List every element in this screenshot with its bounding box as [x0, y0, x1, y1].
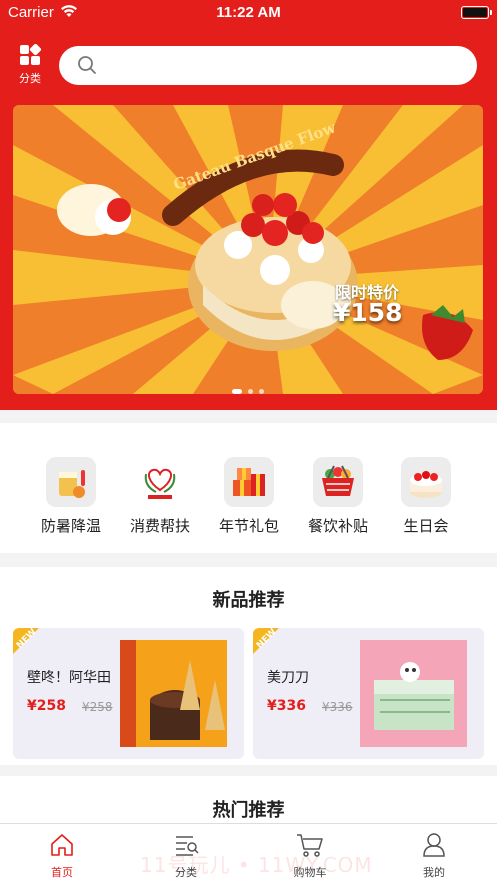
- cart-icon: [296, 834, 324, 862]
- product-price: ¥336: [267, 698, 306, 714]
- tab-label: 我的: [423, 866, 445, 879]
- carousel-indicator[interactable]: [13, 379, 483, 394]
- product-name: 美刀刀: [267, 670, 309, 686]
- gift-box-icon: [224, 457, 274, 507]
- consumption-aid-icon: [135, 457, 185, 507]
- iced-drink-icon: [46, 457, 96, 507]
- category-label: 餐饮补贴: [307, 517, 368, 535]
- clock: 11:22 AM: [216, 4, 281, 21]
- category-item-dining[interactable]: 餐饮补贴: [293, 457, 383, 536]
- product-name: 壁咚！阿华田: [27, 670, 111, 686]
- section-title: 热门推荐: [212, 800, 285, 821]
- status-bar: Carrier 11:22 AM: [0, 0, 497, 26]
- product-price: ¥258: [27, 698, 66, 714]
- category-list-icon: [173, 836, 199, 862]
- category-button-label: 分类: [19, 72, 41, 85]
- tab-label: 购物车: [293, 866, 327, 879]
- tab-category[interactable]: 分类: [146, 832, 226, 880]
- birthday-cake-icon: [401, 457, 451, 507]
- user-icon: [421, 833, 447, 862]
- category-label: 消费帮扶: [129, 517, 190, 535]
- category-label: 防暑降温: [40, 517, 101, 535]
- category-item-birthday[interactable]: 生日会: [381, 457, 471, 536]
- category-button[interactable]: 分类: [12, 44, 48, 90]
- promo-price: ¥158: [333, 298, 403, 327]
- category-shortcuts: 防暑降温 消费帮扶 年节礼包 餐饮补贴 生日会: [0, 423, 497, 553]
- product-card[interactable]: NEW 壁咚！阿华田 ¥258 ¥258: [13, 628, 244, 759]
- category-item-cooling[interactable]: 防暑降温: [26, 457, 116, 536]
- category-label: 生日会: [403, 517, 449, 535]
- tab-bar: 11号玩儿 • 11WY.COM 首页 分类 购物车 我的: [0, 823, 497, 883]
- tab-label: 首页: [51, 866, 73, 879]
- product-card[interactable]: NEW 美刀刀 ¥336 ¥336: [253, 628, 484, 759]
- header: Carrier 11:22 AM 分类 Gateau Basque Flow 限…: [0, 0, 497, 410]
- product-original-price: ¥258: [82, 700, 113, 714]
- new-products-section: 新品推荐 NEW 壁咚！阿华田 ¥258 ¥258 NEW 美刀刀 ¥336 ¥…: [0, 567, 497, 765]
- category-label: 年节礼包: [218, 517, 279, 535]
- carousel-dot[interactable]: [232, 389, 242, 394]
- battery-icon: [461, 6, 492, 19]
- carousel-dot[interactable]: [248, 389, 253, 394]
- tab-label: 分类: [175, 866, 197, 879]
- section-title: 新品推荐: [212, 590, 285, 611]
- product-original-price: ¥336: [322, 700, 353, 714]
- promo-banner[interactable]: Gateau Basque Flow 限时特价 ¥158: [13, 105, 483, 394]
- carousel-dot[interactable]: [259, 389, 264, 394]
- category-item-aid[interactable]: 消费帮扶: [115, 457, 205, 536]
- search-bar[interactable]: [59, 46, 477, 85]
- search-input[interactable]: [109, 46, 459, 85]
- category-grid-icon: [12, 44, 48, 66]
- tab-cart[interactable]: 购物车: [270, 832, 350, 880]
- home-icon: [49, 834, 75, 862]
- product-image: [360, 640, 467, 747]
- category-item-gift[interactable]: 年节礼包: [204, 457, 294, 536]
- shopping-basket-icon: [313, 457, 363, 507]
- tab-profile[interactable]: 我的: [394, 832, 474, 880]
- tab-home[interactable]: 首页: [22, 832, 102, 880]
- product-image: [120, 640, 227, 747]
